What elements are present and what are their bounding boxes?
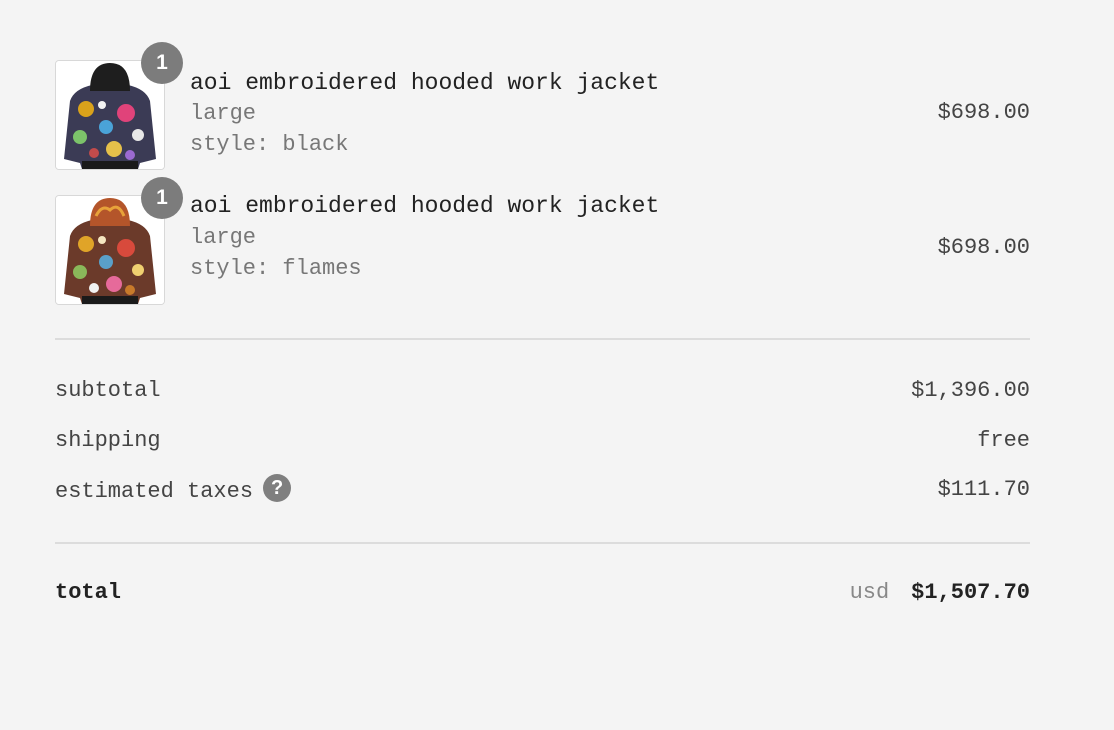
- subtotal-label: subtotal: [55, 378, 161, 403]
- line-item: 1 aoi embroidered hooded work jacket lar…: [55, 42, 1030, 172]
- item-size: large: [190, 225, 257, 250]
- item-style: style: flames: [190, 256, 362, 281]
- product-thumbnail: 1: [55, 42, 183, 170]
- item-name: aoi embroidered hooded work jacket: [190, 193, 660, 219]
- total-row: total usd $1,507.70: [55, 580, 1030, 610]
- subtotal-row: subtotal $1,396.00: [55, 378, 1030, 408]
- item-price: $698.00: [937, 100, 1030, 125]
- shipping-row: shipping free: [55, 428, 1030, 458]
- taxes-label: estimated taxes: [55, 478, 254, 504]
- item-price: $698.00: [937, 235, 1030, 260]
- quantity-badge: 1: [141, 42, 183, 84]
- item-style: style: black: [190, 132, 349, 157]
- currency-code: usd: [849, 580, 890, 605]
- item-name: aoi embroidered hooded work jacket: [190, 70, 660, 96]
- subtotal-value: $1,396.00: [911, 378, 1030, 403]
- taxes-label-wrap: estimated taxes?: [55, 474, 292, 505]
- product-thumbnail: 1: [55, 177, 183, 305]
- quantity-badge: 1: [141, 177, 183, 219]
- line-item: 1 aoi embroidered hooded work jacket lar…: [55, 177, 1030, 307]
- shipping-label: shipping: [55, 428, 161, 453]
- taxes-value: $111.70: [937, 477, 1030, 502]
- question-mark-icon[interactable]: ?: [263, 474, 292, 502]
- item-size: large: [190, 101, 257, 126]
- divider: [55, 338, 1030, 340]
- total-amount: $1,507.70: [911, 580, 1030, 605]
- divider: [55, 542, 1030, 544]
- taxes-row: estimated taxes? $111.70: [55, 474, 1030, 507]
- total-value-wrap: usd $1,507.70: [850, 580, 1030, 605]
- total-label: total: [55, 580, 122, 605]
- shipping-value: free: [977, 428, 1030, 453]
